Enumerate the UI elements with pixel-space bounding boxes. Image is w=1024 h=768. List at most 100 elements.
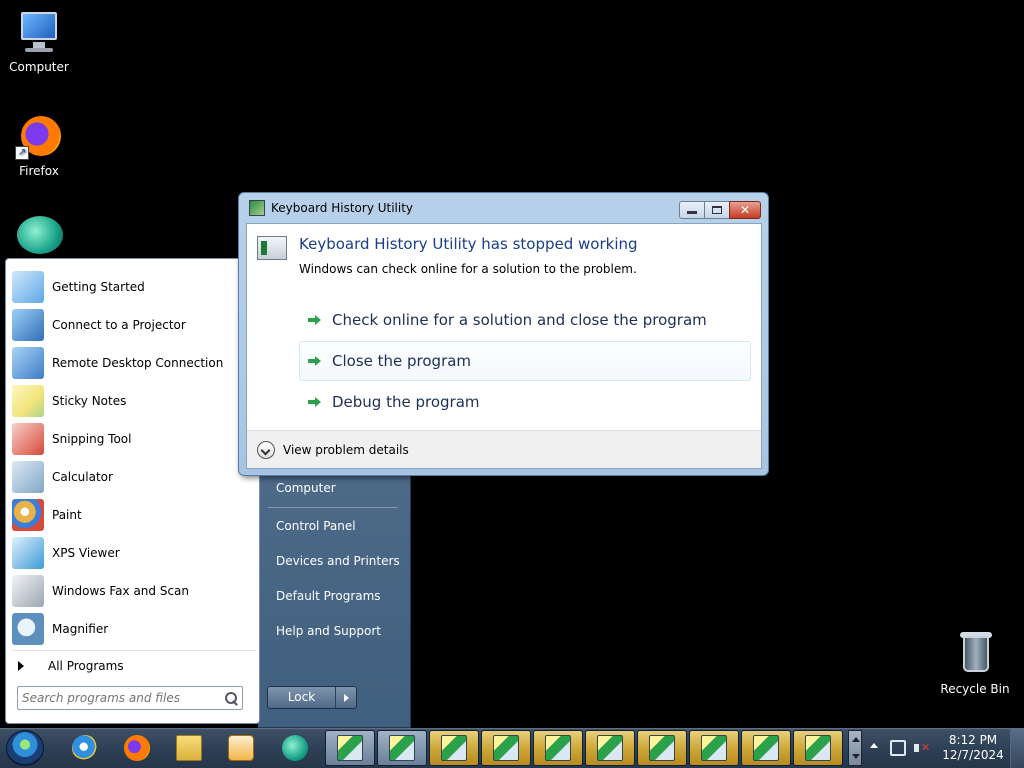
- keyboard-history-utility-icon: [545, 735, 571, 761]
- keyboard-history-utility-icon: [805, 735, 831, 761]
- divider: [12, 650, 256, 651]
- main-instruction: Keyboard History Utility has stopped wor…: [299, 235, 638, 253]
- start-item-sticky-notes[interactable]: Sticky Notes: [12, 382, 256, 420]
- maximize-button[interactable]: [704, 201, 730, 219]
- start-item-calculator[interactable]: Calculator: [12, 458, 256, 496]
- dialog-body: Keyboard History Utility has stopped wor…: [246, 223, 762, 469]
- taskbar: 8:12 PM 12/7/2024: [0, 728, 1024, 768]
- start-search-input[interactable]: [22, 691, 224, 705]
- taskbar-pinned-teal-app[interactable]: [270, 730, 320, 766]
- expand-details-button[interactable]: [257, 440, 275, 459]
- desktop-icon-firefox[interactable]: ↗ Firefox: [1, 112, 77, 178]
- desktop-icon-computer[interactable]: Computer: [1, 8, 77, 74]
- start-item-label: Windows Fax and Scan: [52, 584, 190, 598]
- start-item-label: XPS Viewer: [52, 546, 120, 560]
- taskbar-pinned-explorer[interactable]: [164, 730, 214, 766]
- search-icon[interactable]: [224, 691, 238, 705]
- start-item-label: Snipping Tool: [52, 432, 132, 446]
- start-item-fax-scan[interactable]: Windows Fax and Scan: [12, 572, 256, 610]
- show-hidden-icons-button[interactable]: [870, 743, 878, 748]
- keyboard-history-utility-icon: [389, 735, 415, 761]
- green-arrow-icon: [308, 313, 322, 327]
- taskbar-app-keyboard-history[interactable]: [741, 730, 791, 766]
- start-item-label: Magnifier: [52, 622, 109, 636]
- taskbar-app-keyboard-history[interactable]: [793, 730, 843, 766]
- start-item-getting-started[interactable]: Getting Started: [12, 268, 256, 306]
- start-search-box[interactable]: [17, 686, 243, 710]
- start-item-paint[interactable]: Paint: [12, 496, 256, 534]
- desktop-icon-label: Recycle Bin: [940, 682, 1010, 696]
- desktop-icon-recycle-bin[interactable]: Recycle Bin: [937, 630, 1013, 696]
- green-arrow-icon: [308, 395, 322, 409]
- lock-button[interactable]: Lock: [267, 686, 357, 709]
- divider: [268, 507, 398, 508]
- taskbar-app-keyboard-history[interactable]: [481, 730, 531, 766]
- show-desktop-button[interactable]: [1010, 728, 1024, 768]
- app-title-icon: [249, 200, 265, 216]
- close-icon: ✕: [739, 203, 751, 217]
- view-details-label[interactable]: View problem details: [283, 443, 409, 457]
- start-item-label: Sticky Notes: [52, 394, 127, 408]
- dialog-subtext: Windows can check online for a solution …: [299, 262, 637, 276]
- getting-started-icon: [12, 271, 44, 303]
- volume-muted-icon[interactable]: [914, 740, 930, 756]
- lock-button-label[interactable]: Lock: [268, 687, 336, 708]
- firefox-icon: ↗: [15, 112, 63, 160]
- start-item-connect-projector[interactable]: Connect to a Projector: [12, 306, 256, 344]
- explorer-folder-icon: [176, 735, 202, 761]
- start-link-help-support[interactable]: Help and Support: [276, 624, 381, 638]
- start-link-control-panel[interactable]: Control Panel: [276, 519, 356, 533]
- all-programs-item[interactable]: All Programs: [18, 655, 124, 677]
- taskbar-app-keyboard-history[interactable]: [533, 730, 583, 766]
- start-item-label: Remote Desktop Connection: [52, 356, 224, 370]
- taskbar-pinned-media-player[interactable]: [216, 730, 266, 766]
- start-item-xps-viewer[interactable]: XPS Viewer: [12, 534, 256, 572]
- media-player-icon: [228, 735, 254, 761]
- debug-program-command[interactable]: Debug the program: [299, 382, 751, 422]
- start-link-computer[interactable]: Computer: [276, 481, 336, 495]
- teal-app-icon: [282, 735, 308, 761]
- scroll-up-icon[interactable]: [852, 737, 860, 742]
- minimize-button[interactable]: [679, 201, 705, 219]
- taskbar-pinned-ie[interactable]: [60, 730, 110, 766]
- shutdown-options-arrow-icon[interactable]: [336, 687, 356, 708]
- keyboard-history-utility-icon: [441, 735, 467, 761]
- start-item-magnifier[interactable]: Magnifier: [12, 610, 256, 648]
- command-label: Close the program: [332, 352, 472, 370]
- start-link-devices-printers[interactable]: Devices and Printers: [276, 554, 400, 568]
- sticky-notes-icon: [12, 385, 44, 417]
- window-controls: ✕: [679, 201, 761, 219]
- taskbar-app-keyboard-history[interactable]: [689, 730, 739, 766]
- desktop-icon-label: Computer: [9, 60, 69, 74]
- start-item-remote-desktop[interactable]: Remote Desktop Connection: [12, 344, 256, 382]
- all-programs-label: All Programs: [48, 659, 124, 673]
- taskbar-app-keyboard-history[interactable]: [585, 730, 635, 766]
- start-link-default-programs[interactable]: Default Programs: [276, 589, 381, 603]
- clock-time: 8:12 PM: [948, 733, 998, 747]
- taskbar-app-keyboard-history[interactable]: [377, 730, 427, 766]
- check-online-command[interactable]: Check online for a solution and close th…: [299, 300, 751, 340]
- green-arrow-icon: [308, 354, 322, 368]
- remote-desktop-icon: [12, 347, 44, 379]
- taskbar-scroll[interactable]: [848, 730, 862, 766]
- taskbar-clock[interactable]: 8:12 PM 12/7/2024: [940, 733, 1006, 763]
- keyboard-history-utility-icon: [337, 735, 363, 761]
- start-item-snipping-tool[interactable]: Snipping Tool: [12, 420, 256, 458]
- program-window-icon: [257, 236, 287, 260]
- network-icon[interactable]: [890, 740, 906, 756]
- dialog-title-bar[interactable]: Keyboard History Utility ✕: [239, 193, 768, 223]
- taskbar-pinned-firefox[interactable]: [112, 730, 162, 766]
- taskbar-app-keyboard-history[interactable]: [429, 730, 479, 766]
- start-button[interactable]: [6, 730, 44, 766]
- clock-date: 12/7/2024: [942, 748, 1004, 762]
- dialog-footer: View problem details: [247, 430, 761, 468]
- error-dialog: Keyboard History Utility ✕ Keyboard Hist…: [238, 192, 769, 476]
- projector-icon: [12, 309, 44, 341]
- close-button[interactable]: ✕: [729, 201, 761, 219]
- taskbar-app-keyboard-history[interactable]: [325, 730, 375, 766]
- close-program-command[interactable]: Close the program: [299, 341, 751, 381]
- keyboard-history-utility-icon: [753, 735, 779, 761]
- taskbar-app-keyboard-history[interactable]: [637, 730, 687, 766]
- scroll-down-icon[interactable]: [852, 754, 860, 759]
- start-item-label: Getting Started: [52, 280, 145, 294]
